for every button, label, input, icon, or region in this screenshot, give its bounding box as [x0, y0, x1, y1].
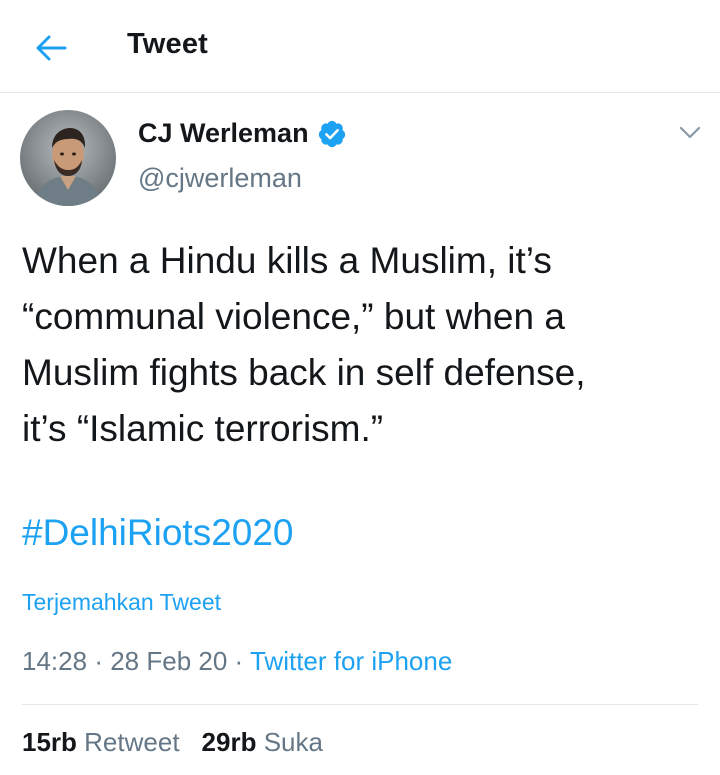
likes-stat[interactable]: 29rb Suka — [202, 727, 323, 758]
tweet-menu-button[interactable] — [676, 122, 704, 144]
chevron-down-icon — [679, 126, 701, 139]
likes-count: 29rb — [201, 727, 257, 757]
avatar-image — [20, 110, 116, 206]
retweets-count: 15rb — [22, 727, 77, 757]
author-name-text: CJ Werleman — [138, 118, 309, 148]
avatar[interactable] — [20, 110, 116, 206]
back-button[interactable] — [26, 26, 76, 70]
tweet-time: 14:28 — [22, 646, 88, 676]
hashtag-link[interactable]: #DelhiRiots2020 — [22, 512, 294, 554]
tweet-source-link[interactable]: Twitter for iPhone — [250, 646, 452, 676]
tweet-detail-screen: Tweet CJ Werleman @cjwerleman When a Hin… — [0, 0, 720, 775]
meta-separator: · — [234, 646, 244, 676]
tweet-text: When a Hindu kills a Muslim, it’s “commu… — [22, 240, 586, 449]
page-title: Tweet — [127, 28, 209, 60]
likes-label: Suka — [263, 727, 323, 757]
author-name[interactable]: CJ Werleman — [138, 118, 347, 149]
meta-separator: · — [94, 646, 103, 676]
retweets-label: Retweet — [84, 727, 180, 757]
engagement-stats: 15rb Retweet 29rb Suka — [22, 727, 323, 758]
arrow-left-icon — [36, 35, 67, 61]
retweets-stat[interactable]: 15rb Retweet — [22, 727, 180, 758]
divider — [22, 704, 698, 705]
top-bar: Tweet — [0, 0, 720, 93]
author-handle[interactable]: @cjwerleman — [138, 163, 302, 194]
translate-tweet-link[interactable]: Terjemahkan Tweet — [22, 589, 221, 616]
tweet-metadata: 14:28 · 28 Feb 20 · Twitter for iPhone — [22, 646, 452, 677]
tweet-date: 28 Feb 20 — [110, 646, 228, 676]
verified-badge-icon — [318, 120, 345, 147]
